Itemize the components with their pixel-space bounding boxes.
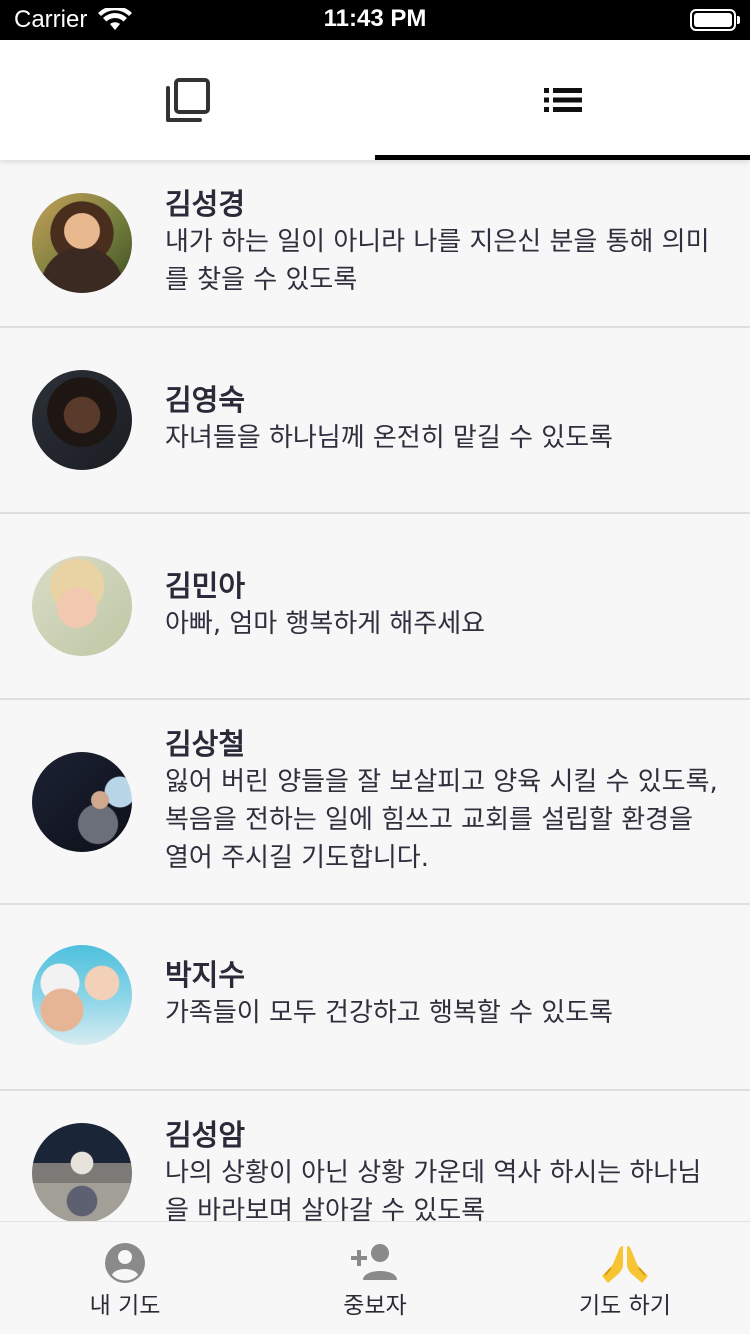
intercessor-name: 김상철 — [165, 727, 246, 761]
intercessor-name: 박지수 — [165, 958, 246, 992]
intercessor-name: 김성경 — [165, 187, 246, 221]
prayer-text: 잃어 버린 양들을 잘 보살피고 양육 시킬 수 있도록, 복음을 전하는 일에… — [165, 767, 718, 873]
list-item[interactable]: 박지수 가족들이 모두 건강하고 행복할 수 있도록 — [0, 905, 750, 1091]
intercessor-name: 김영숙 — [165, 383, 246, 417]
status-bar: Carrier 11:43 PM — [0, 0, 750, 40]
prayer-list: 김성경 내가 하는 일이 아니라 나를 지은신 분을 통해 의미를 찾을 수 있… — [0, 160, 750, 1221]
prayer-text: 내가 하는 일이 아니라 나를 지은신 분을 통해 의미를 찾을 수 있도록 — [165, 227, 710, 295]
bottom-navigation: 내 기도 중보자 기도 하기 — [0, 1221, 750, 1334]
battery-icon — [690, 9, 740, 31]
nav-intercessors[interactable]: 중보자 — [250, 1222, 500, 1334]
nav-label: 중보자 — [343, 1293, 407, 1319]
avatar — [32, 556, 132, 656]
person-add-icon — [351, 1244, 397, 1280]
list-item[interactable]: 김민아 아빠, 엄마 행복하게 해주세요 — [0, 514, 750, 700]
view-mode-tabs — [0, 40, 750, 160]
tab-list-view[interactable] — [375, 40, 750, 160]
nav-my-prayers[interactable]: 내 기도 — [0, 1222, 250, 1334]
tab-cards-view[interactable] — [0, 40, 375, 160]
intercessor-name: 김민아 — [165, 569, 246, 603]
copy-icon — [165, 78, 210, 122]
prayer-text: 아빠, 엄마 행복하게 해주세요 — [165, 609, 486, 639]
nav-pray[interactable]: 기도 하기 — [500, 1222, 750, 1334]
list-item[interactable]: 김영숙 자녀들을 하나님께 온전히 맡길 수 있도록 — [0, 328, 750, 514]
prayer-text: 가족들이 모두 건강하고 행복할 수 있도록 — [165, 998, 613, 1028]
clock: 11:43 PM — [323, 5, 427, 32]
praying-hands-icon — [602, 1246, 648, 1283]
avatar — [32, 945, 132, 1045]
list-item[interactable]: 김성경 내가 하는 일이 아니라 나를 지은신 분을 통해 의미를 찾을 수 있… — [0, 160, 750, 328]
nav-label: 내 기도 — [89, 1293, 161, 1319]
account-circle-icon — [105, 1243, 145, 1283]
list-item[interactable]: 김상철 잃어 버린 양들을 잘 보살피고 양육 시킬 수 있도록, 복음을 전하… — [0, 700, 750, 905]
intercessor-name: 김성암 — [165, 1118, 246, 1152]
prayer-text: 자녀들을 하나님께 온전히 맡길 수 있도록 — [165, 423, 613, 453]
avatar — [32, 1123, 132, 1221]
active-tab-indicator — [375, 155, 750, 160]
prayer-text: 나의 상황이 아닌 상황 가운데 역사 하시는 하나님을 바라보며 살아갈 수 … — [165, 1158, 702, 1221]
list-item[interactable]: 김성암 나의 상황이 아닌 상황 가운데 역사 하시는 하나님을 바라보며 살아… — [0, 1091, 750, 1221]
avatar — [32, 370, 132, 470]
list-icon — [543, 88, 582, 112]
nav-label: 기도 하기 — [579, 1293, 671, 1319]
avatar — [32, 752, 132, 852]
avatar — [32, 193, 132, 293]
